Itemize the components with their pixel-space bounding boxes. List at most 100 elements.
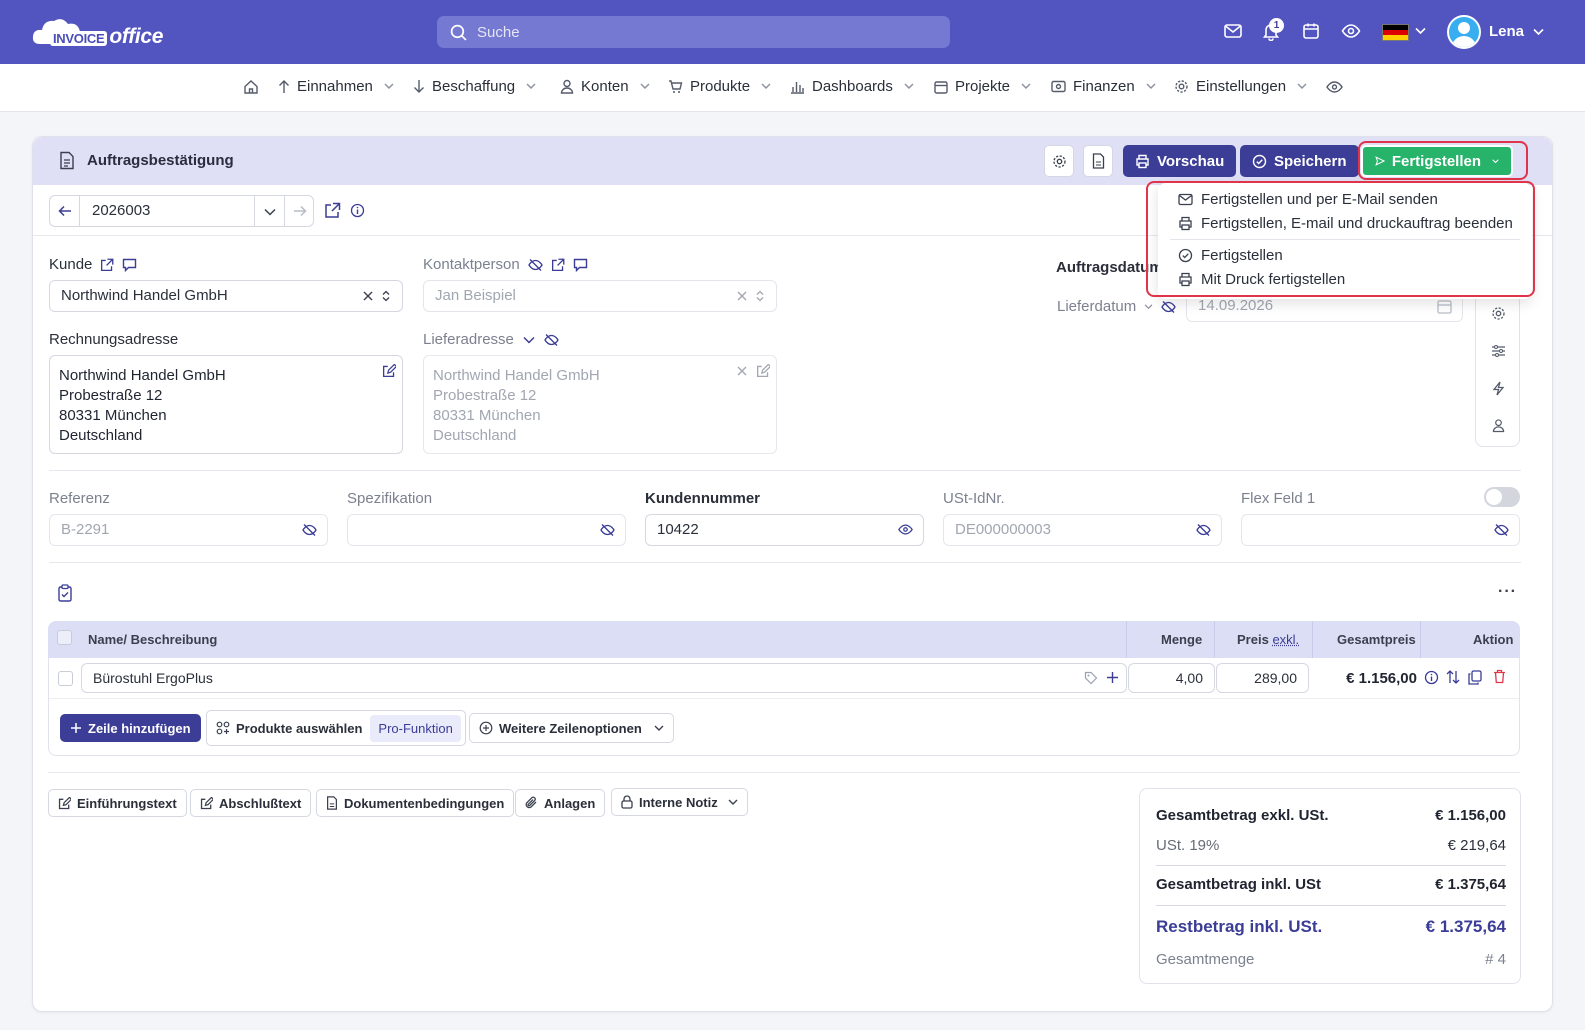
- spec-input[interactable]: [347, 514, 626, 546]
- printer-icon: [1179, 216, 1192, 231]
- mail-icon[interactable]: [1223, 21, 1243, 41]
- price-input[interactable]: 289,00: [1216, 663, 1309, 693]
- terms-button[interactable]: Dokumentenbedingungen: [316, 789, 515, 817]
- menu-item-finish-email-print[interactable]: Fertigstellen, E-mail und druckauftrag b…: [1178, 215, 1513, 232]
- tag-icon[interactable]: [1084, 671, 1098, 685]
- external-link-icon[interactable]: [551, 258, 565, 272]
- global-search[interactable]: [437, 16, 950, 48]
- eye-off-icon[interactable]: [544, 333, 559, 347]
- nav-item-einstellungen[interactable]: Einstellungen: [1174, 78, 1307, 95]
- select-products-button[interactable]: Produkte auswählen Pro-Funktion: [206, 710, 466, 746]
- app-logo[interactable]: INVOICE office: [32, 14, 182, 50]
- eye-off-icon[interactable]: [302, 523, 317, 537]
- calendar-icon[interactable]: [1301, 21, 1321, 41]
- internal-note-button[interactable]: Interne Notiz: [611, 788, 748, 816]
- eye-off-icon[interactable]: [527, 258, 543, 272]
- menu-item-finish[interactable]: Fertigstellen: [1178, 247, 1283, 264]
- trash-icon[interactable]: [1493, 669, 1506, 684]
- save-button[interactable]: Speichern: [1240, 145, 1359, 177]
- external-link-icon[interactable]: [324, 202, 341, 219]
- avatar[interactable]: [1447, 15, 1481, 49]
- copy-icon[interactable]: [1468, 670, 1482, 685]
- nav-item-beschaffung[interactable]: Beschaffung: [413, 78, 536, 95]
- settings-button[interactable]: [1044, 145, 1074, 177]
- item-name-input[interactable]: Bürostuhl ErgoPlus: [81, 663, 1127, 693]
- flex-toggle[interactable]: [1484, 487, 1520, 507]
- chevron-down-icon[interactable]: [1144, 303, 1153, 310]
- nav-item-finanzen[interactable]: Finanzen: [1051, 78, 1156, 95]
- eye-off-icon[interactable]: [1161, 300, 1176, 314]
- menu-item-finish-print[interactable]: Mit Druck fertigstellen: [1178, 271, 1345, 288]
- billing-address[interactable]: Northwind Handel GmbH Probestraße 12 803…: [49, 355, 403, 454]
- flag-de-icon[interactable]: [1382, 24, 1409, 41]
- eye-off-icon[interactable]: [1494, 523, 1509, 537]
- more-row-options-button[interactable]: Weitere Zeilenoptionen: [469, 713, 674, 743]
- home-icon[interactable]: [243, 79, 259, 95]
- eye-off-icon[interactable]: [1196, 523, 1211, 537]
- nav-item-dashboards[interactable]: Dashboards: [790, 78, 914, 95]
- eye-off-icon[interactable]: [600, 523, 615, 537]
- eye-icon[interactable]: [1341, 21, 1361, 41]
- clear-icon[interactable]: [737, 291, 747, 301]
- finish-button[interactable]: Fertigstellen: [1361, 145, 1513, 177]
- customer-select[interactable]: Northwind Handel GmbH: [49, 280, 403, 312]
- menu-item-finish-email[interactable]: Fertigstellen und per E-Mail senden: [1178, 191, 1438, 208]
- customer-value: Northwind Handel GmbH: [61, 287, 228, 304]
- prev-document-button[interactable]: [50, 196, 80, 226]
- lightning-icon[interactable]: [1492, 381, 1505, 396]
- shipping-address[interactable]: Northwind Handel GmbH Probestraße 12 803…: [423, 355, 777, 454]
- nav-item-projekte[interactable]: Projekte: [934, 78, 1031, 95]
- intro-text-button[interactable]: Einführungstext: [48, 789, 187, 817]
- chevron-down-icon[interactable]: [1533, 28, 1544, 36]
- attachments-button[interactable]: Anlagen: [515, 789, 606, 817]
- edit-icon[interactable]: [756, 364, 770, 378]
- sliders-icon[interactable]: [1491, 344, 1506, 358]
- chevron-down-icon[interactable]: [523, 336, 535, 344]
- vat-input[interactable]: DE000000003: [943, 514, 1222, 546]
- search-input[interactable]: [477, 16, 937, 48]
- plus-icon[interactable]: [1106, 671, 1119, 684]
- comment-icon[interactable]: [573, 258, 588, 272]
- number-dropdown-button[interactable]: [254, 196, 284, 226]
- document-number[interactable]: 2026003: [92, 196, 150, 226]
- clear-icon[interactable]: [737, 366, 747, 376]
- flex-input[interactable]: [1241, 514, 1520, 546]
- info-icon[interactable]: [350, 203, 365, 218]
- calendar-icon[interactable]: [1437, 299, 1452, 314]
- user-name[interactable]: Lena: [1489, 23, 1524, 40]
- money-icon: [1051, 80, 1066, 93]
- sort-icon[interactable]: [382, 290, 390, 302]
- chevron-down-icon[interactable]: [1415, 27, 1426, 35]
- edit-icon[interactable]: [382, 364, 396, 378]
- nav-item-konten[interactable]: Konten: [560, 78, 650, 95]
- main-nav: Einnahmen Beschaffung Konten Produkte Da…: [0, 64, 1585, 112]
- clear-icon[interactable]: [363, 291, 373, 301]
- sort-icon[interactable]: [756, 290, 764, 302]
- eye-icon[interactable]: [898, 523, 913, 536]
- col-action: Aktion: [1473, 632, 1514, 647]
- select-all-checkbox[interactable]: [57, 630, 72, 645]
- price-mode-toggle[interactable]: exkl.: [1272, 632, 1299, 647]
- reference-input[interactable]: B-2291: [49, 514, 328, 546]
- comment-icon[interactable]: [122, 258, 137, 272]
- qty-input[interactable]: 4,00: [1128, 663, 1215, 693]
- eye-icon[interactable]: [1326, 80, 1343, 94]
- contact-select[interactable]: Jan Beispiel: [423, 280, 777, 312]
- user-icon[interactable]: [1492, 418, 1505, 433]
- info-icon[interactable]: [1424, 670, 1439, 685]
- more-options-icon[interactable]: ···: [1498, 583, 1517, 601]
- nav-item-einnahmen[interactable]: Einnahmen: [278, 78, 394, 95]
- add-row-button[interactable]: Zeile hinzufügen: [60, 714, 201, 742]
- nav-item-produkte[interactable]: Produkte: [668, 78, 771, 95]
- reorder-icon[interactable]: [1446, 669, 1460, 685]
- closing-text-button[interactable]: Abschlußtext: [190, 789, 312, 817]
- external-link-icon[interactable]: [100, 258, 114, 272]
- pdf-button[interactable]: [1083, 145, 1113, 177]
- preview-button[interactable]: Vorschau: [1123, 145, 1237, 177]
- row-checkbox[interactable]: [58, 671, 73, 686]
- customer-no-input[interactable]: 10422: [645, 514, 924, 546]
- next-document-button[interactable]: [284, 196, 314, 226]
- document-number-field[interactable]: 2026003: [49, 195, 314, 227]
- clipboard-icon[interactable]: [57, 584, 73, 602]
- gear-icon[interactable]: [1491, 306, 1506, 321]
